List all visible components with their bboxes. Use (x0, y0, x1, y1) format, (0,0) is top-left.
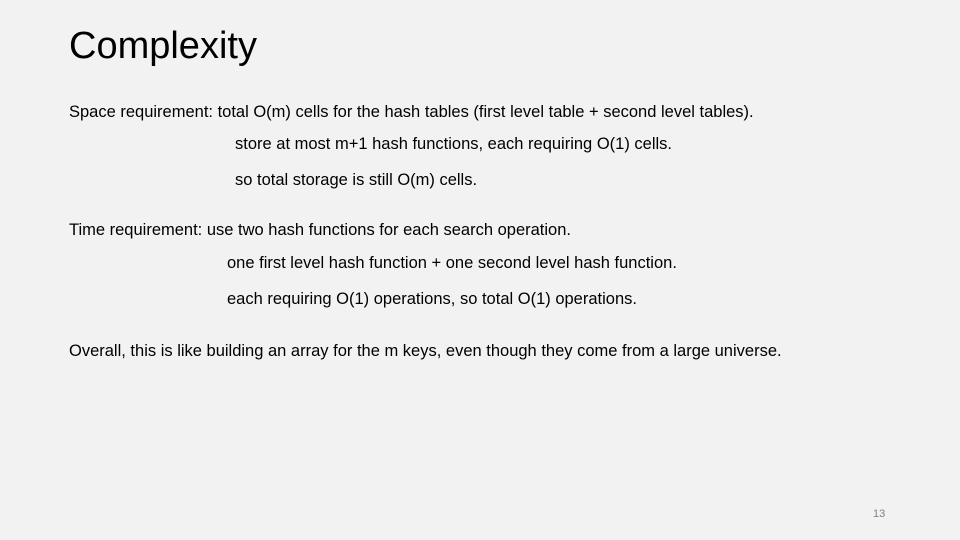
slide-title: Complexity (69, 25, 257, 67)
page-number: 13 (873, 508, 886, 520)
space-requirement-heading: Space requirement: total O(m) cells for … (69, 103, 754, 121)
slide: Complexity Space requirement: total O(m)… (0, 0, 960, 540)
space-requirement-detail: store at most m+1 hash functions, each r… (235, 135, 672, 153)
space-requirement-detail: so total storage is still O(m) cells. (235, 171, 478, 189)
time-requirement-detail: each requiring O(1) operations, so total… (227, 290, 637, 308)
overall-summary: Overall, this is like building an array … (69, 342, 782, 360)
time-requirement-detail: one first level hash function + one seco… (227, 254, 677, 272)
time-requirement-heading: Time requirement: use two hash functions… (69, 221, 571, 239)
